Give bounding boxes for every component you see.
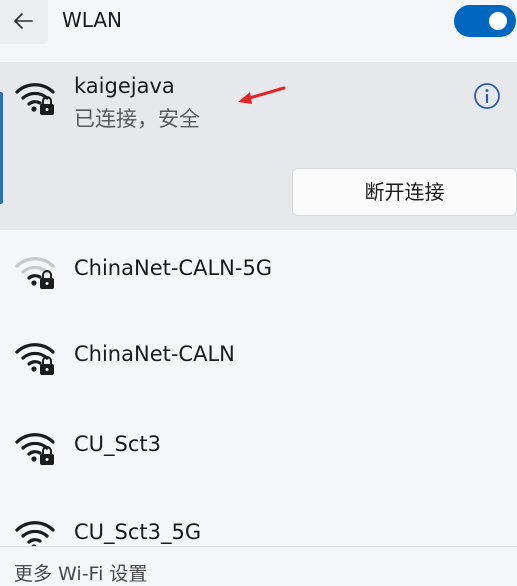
connected-network-panel[interactable]: kaigejava 已连接，安全 断开连接: [0, 62, 517, 230]
connected-network-name: kaigejava: [74, 74, 175, 98]
wlan-toggle[interactable]: [454, 5, 516, 37]
list-item-network[interactable]: ChinaNet-CALN: [0, 318, 517, 398]
wifi-weak-secure-icon: [15, 257, 55, 289]
page-title: WLAN: [62, 8, 123, 32]
network-name: CU_Sct3_5G: [74, 520, 202, 544]
header-bar: WLAN: [0, 0, 517, 46]
wifi-secure-icon: [15, 521, 55, 546]
back-button[interactable]: [0, 0, 48, 44]
wifi-secure-icon: [15, 433, 55, 465]
active-indicator: [0, 92, 3, 204]
more-wifi-settings-link[interactable]: 更多 Wi-Fi 设置: [14, 559, 147, 586]
annotation-arrow-icon: [238, 86, 286, 104]
disconnect-button[interactable]: 断开连接: [292, 168, 517, 216]
wifi-secure-icon: [15, 83, 55, 115]
network-name: ChinaNet-CALN-5G: [74, 256, 273, 280]
arrow-left-icon: [14, 13, 33, 29]
network-name: CU_Sct3: [74, 432, 162, 456]
wifi-secure-icon: [15, 343, 55, 375]
list-item-network[interactable]: ChinaNet-CALN-5G: [0, 232, 517, 312]
info-icon[interactable]: [473, 82, 501, 110]
footer-bar: 更多 Wi-Fi 设置: [0, 546, 517, 585]
toggle-knob: [489, 12, 507, 30]
list-item-network[interactable]: CU_Sct3: [0, 408, 517, 488]
network-name: ChinaNet-CALN: [74, 342, 235, 366]
connected-network-status: 已连接，安全: [74, 107, 200, 131]
list-item-network[interactable]: CU_Sct3_5G: [0, 496, 517, 546]
